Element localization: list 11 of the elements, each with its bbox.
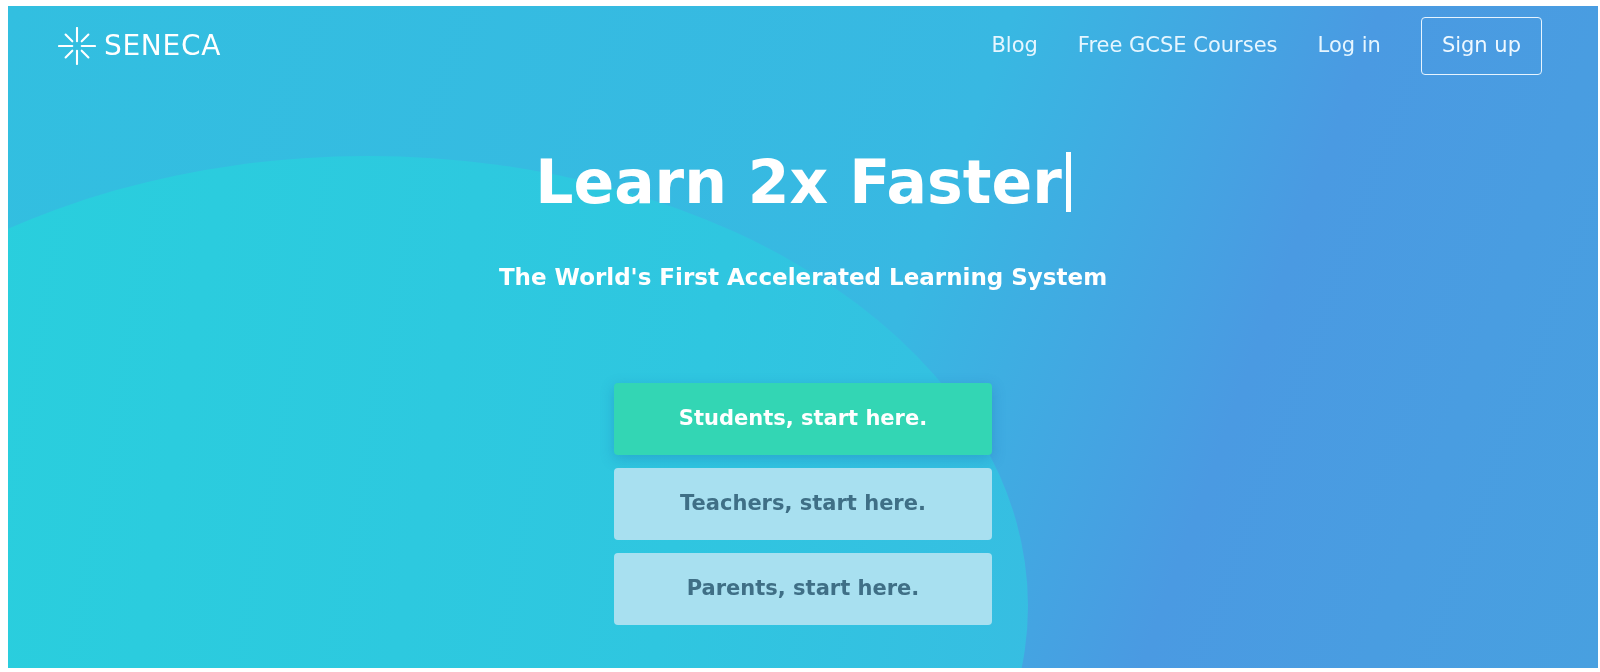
sign-up-button[interactable]: Sign up (1420, 17, 1542, 75)
start-button[interactable]: Students, start here. (614, 382, 992, 455)
nav-link[interactable]: Free GCSE Courses (1077, 30, 1278, 62)
hero-title: Learn 2x Faster (535, 152, 1062, 212)
start-button[interactable]: Teachers, start here. (614, 467, 992, 540)
sunburst-logo-icon (58, 27, 96, 65)
nav-link[interactable]: Blog (991, 30, 1038, 62)
start-button[interactable]: Parents, start here. (614, 552, 992, 625)
nav-link[interactable]: Log in (1317, 30, 1381, 62)
brand-name: SENECA (104, 28, 221, 64)
hero-subtitle: The World's First Accelerated Learning System (498, 263, 1108, 292)
